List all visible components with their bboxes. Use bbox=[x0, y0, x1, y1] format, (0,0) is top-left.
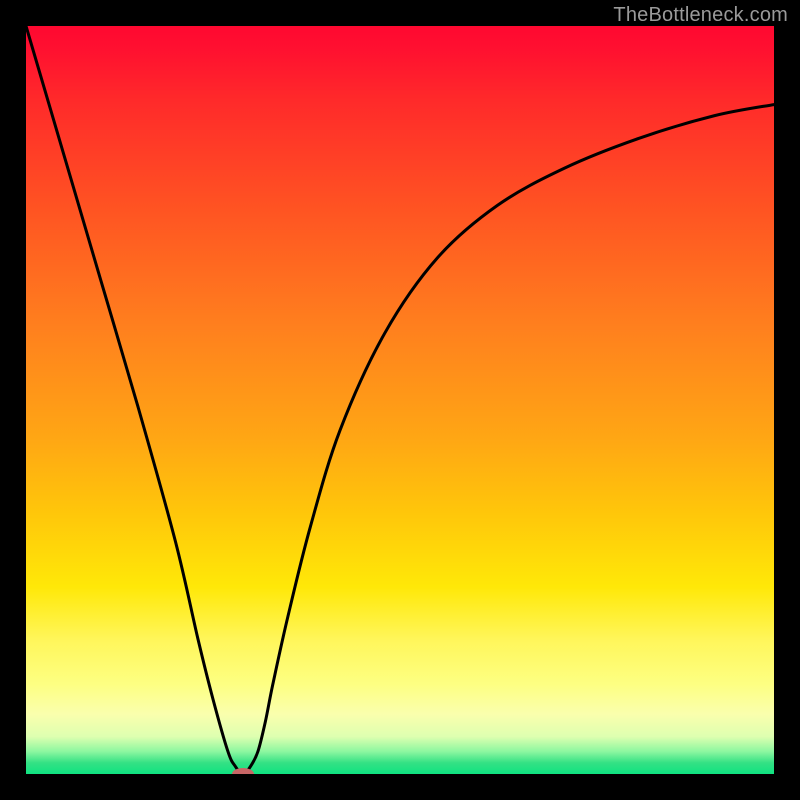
chart-frame: TheBottleneck.com bbox=[0, 0, 800, 800]
plot-area bbox=[26, 26, 774, 774]
marker-dot bbox=[232, 768, 254, 774]
curve-line bbox=[26, 26, 774, 774]
watermark-text: TheBottleneck.com bbox=[613, 4, 788, 27]
